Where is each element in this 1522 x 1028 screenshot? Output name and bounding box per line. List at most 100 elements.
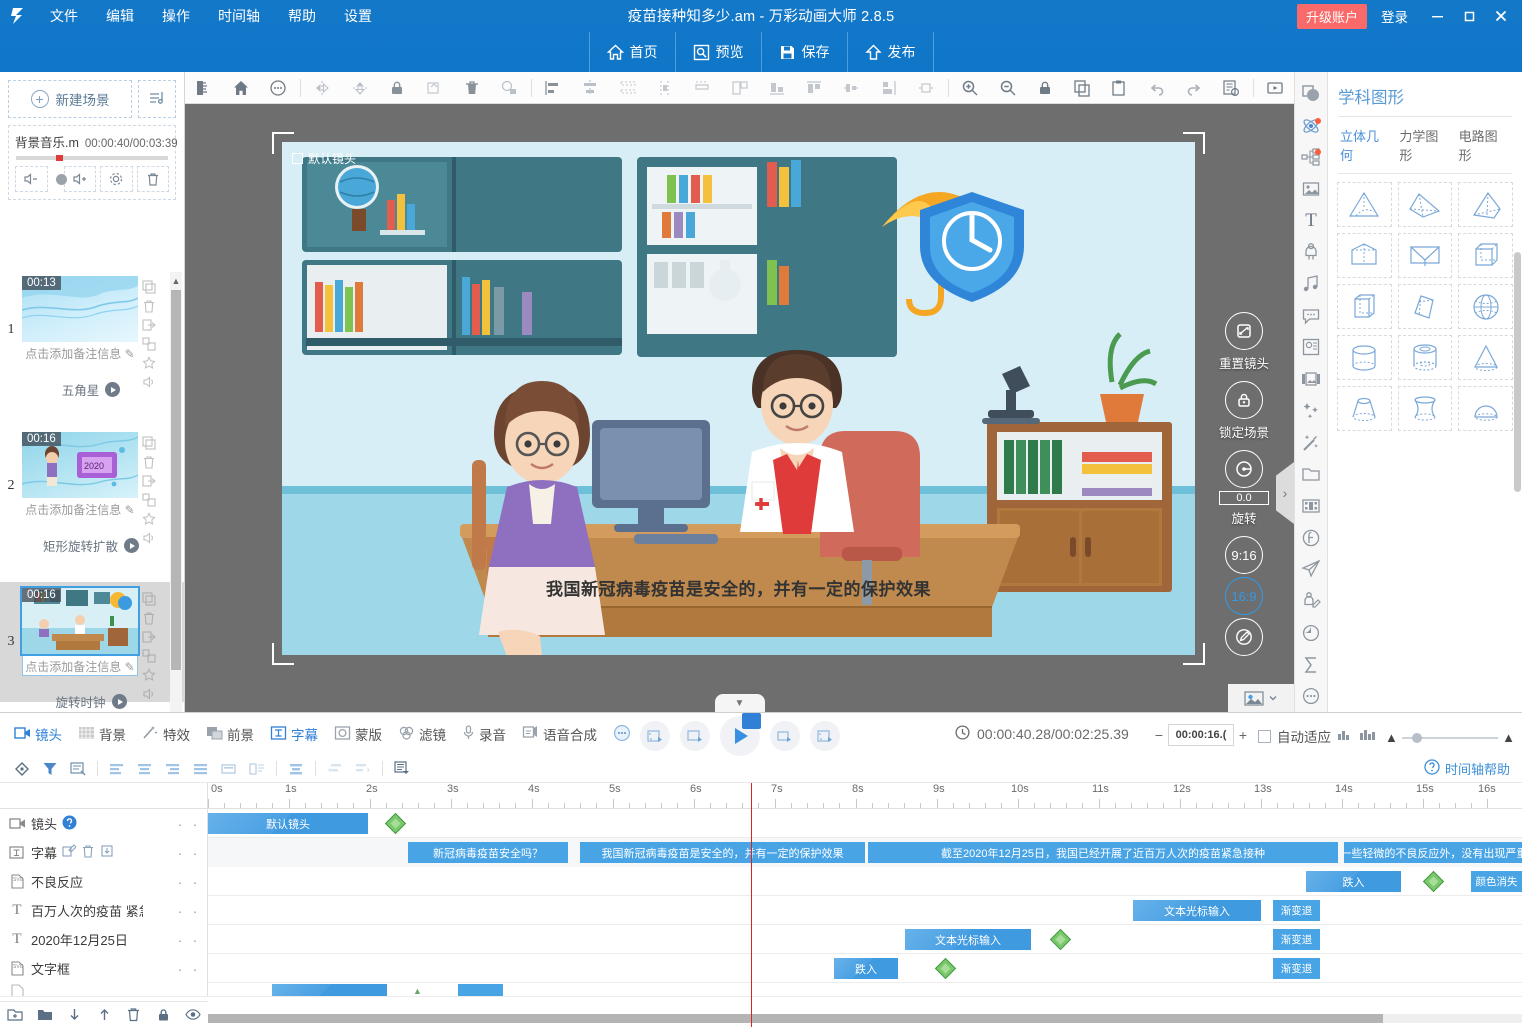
paste-icon[interactable] xyxy=(1101,72,1138,104)
film-icon[interactable] xyxy=(1294,490,1328,522)
library-tab-solid-geometry[interactable]: 立体几何 xyxy=(1336,126,1395,164)
shape-cone-icon[interactable] xyxy=(1458,335,1513,380)
login-button[interactable]: 登录 xyxy=(1369,6,1420,26)
move-up-icon[interactable] xyxy=(89,1002,119,1028)
bgm-progress-track[interactable] xyxy=(16,156,168,160)
align-justify-icon[interactable] xyxy=(187,757,215,781)
timeline-tab-filter[interactable]: 滤镜 xyxy=(390,717,454,751)
shape-hollow-cylinder-icon[interactable] xyxy=(1398,335,1453,380)
timeline-tab-tts[interactable]: 语音合成 xyxy=(514,717,605,751)
align-left-icon[interactable] xyxy=(535,72,572,104)
magic-icon[interactable] xyxy=(1294,427,1328,459)
timeline-tab-more[interactable] xyxy=(605,717,639,751)
folder-icon[interactable] xyxy=(1294,458,1328,490)
align-top-icon[interactable] xyxy=(795,72,832,104)
scene-list-scrollbar[interactable]: ▲ ▼ xyxy=(170,272,182,748)
clip-box-icon[interactable] xyxy=(215,757,243,781)
pie-icon[interactable] xyxy=(1294,617,1328,649)
zoom-out-icon[interactable] xyxy=(989,72,1026,104)
delete-scene-icon[interactable] xyxy=(142,299,157,314)
copy-scene-icon[interactable] xyxy=(142,280,157,295)
timeline-clip[interactable] xyxy=(272,984,387,997)
next-scene-button[interactable] xyxy=(810,721,840,751)
bgm-delete-button[interactable] xyxy=(137,166,170,192)
save-button[interactable]: 保存 xyxy=(761,32,847,72)
timeline-help-link[interactable]: 时间轴帮助 xyxy=(1424,759,1510,778)
keyframe-add-icon[interactable] xyxy=(8,757,36,781)
group-icon[interactable] xyxy=(30,1002,60,1028)
list-icon[interactable] xyxy=(243,757,271,781)
sigma-icon[interactable] xyxy=(1294,649,1328,681)
eye-icon[interactable] xyxy=(178,1002,208,1028)
export-scene-icon[interactable] xyxy=(142,630,157,645)
track-dot-1[interactable]: · xyxy=(174,965,186,973)
timeline-clip[interactable]: 我国新冠病毒疫苗是安全的，并有一定的保护效果 xyxy=(580,842,865,863)
play-transition-icon[interactable] xyxy=(105,382,120,397)
resize-handle-bottom-right[interactable] xyxy=(1183,643,1205,665)
sticker-icon[interactable] xyxy=(1294,332,1328,364)
table-row[interactable]: 字幕 · · 新冠病毒疫苗安全吗？ 我国新冠病毒疫苗是安全的，并有一定的保护效果… xyxy=(0,838,1522,867)
playhead[interactable] xyxy=(751,783,752,1027)
scene-item-3[interactable]: 3 xyxy=(0,582,185,702)
ruler-icon[interactable] xyxy=(185,72,222,104)
science-icon[interactable] xyxy=(1294,110,1328,142)
timeline-ruler[interactable]: 0s 1s 2s 3s 4s 5s 6s 7s 8s 9s 10s 11s 12… xyxy=(208,783,1522,809)
lock-canvas-icon[interactable] xyxy=(1026,72,1063,104)
scene-note[interactable]: 点击添加备注信息 ✎ xyxy=(22,342,138,362)
track-head-text-date[interactable]: T 2020年12月25日 · · xyxy=(0,925,208,954)
scene-item-2[interactable]: 2 2020 xyxy=(0,426,185,546)
canvas-area[interactable]: 我国新冠病毒疫苗是安全的，并有一定的保护效果 默认镜头 重置镜头 锁定场景 xyxy=(185,104,1294,712)
timeline-clip[interactable]: 文本光标输入 xyxy=(905,929,1031,950)
export-scene-icon[interactable] xyxy=(142,318,157,333)
timeline-tab-effect[interactable]: 特效 xyxy=(134,717,198,751)
edit-note-icon[interactable]: ✎ xyxy=(125,347,135,361)
bgm-settings-button[interactable] xyxy=(100,166,133,192)
track-dot-2[interactable]: · xyxy=(189,965,201,973)
duration-minus-button[interactable]: − xyxy=(1150,724,1168,746)
subtitle-edit-icon[interactable] xyxy=(62,844,76,861)
shape-frustum-cone-icon[interactable] xyxy=(1337,386,1392,431)
timeline-clip[interactable]: 颜色消失 xyxy=(1471,871,1522,892)
shape-hemisphere-icon[interactable] xyxy=(1458,386,1513,431)
delete-scene-icon[interactable] xyxy=(142,455,157,470)
edit-note-icon[interactable]: ✎ xyxy=(125,660,135,674)
scene-list[interactable]: 1 00:13 点击添加备注信息 ✎ xyxy=(0,270,185,752)
timeline-clip[interactable]: 默认镜头 xyxy=(208,813,368,834)
preview-scene-icon[interactable] xyxy=(1257,72,1294,104)
timeline-clip[interactable]: 渐变退 xyxy=(1273,900,1320,921)
upgrade-account-button[interactable]: 升级账户 xyxy=(1297,4,1367,29)
timeline-horizontal-scrollbar[interactable] xyxy=(208,1014,1522,1023)
apply-all-icon[interactable] xyxy=(388,757,416,781)
scrollbar-thumb[interactable] xyxy=(208,1014,1383,1023)
shapes-icon[interactable] xyxy=(1294,78,1328,110)
scene-item-1[interactable]: 1 00:13 点击添加备注信息 ✎ xyxy=(0,270,185,390)
menu-timeline[interactable]: 时间轴 xyxy=(204,0,274,32)
timeline-tab-subtitle[interactable]: 字幕 xyxy=(262,717,326,751)
lock-position-icon[interactable] xyxy=(490,72,527,104)
track-head-adverse-reaction[interactable]: SVG 不良反应 · · xyxy=(0,867,208,896)
flip-horizontal-icon[interactable] xyxy=(304,72,341,104)
shift-left-icon[interactable] xyxy=(321,757,349,781)
shape-hyperboloid-icon[interactable] xyxy=(1398,386,1453,431)
shape-prism-open-icon[interactable] xyxy=(1337,233,1392,278)
shape-sphere-grid-icon[interactable] xyxy=(1458,284,1513,329)
stage[interactable]: 我国新冠病毒疫苗是安全的，并有一定的保护效果 默认镜头 xyxy=(282,142,1195,655)
home-button[interactable]: 首页 xyxy=(589,32,675,72)
track-lane-camera[interactable]: 默认镜头 xyxy=(208,809,1522,838)
character-icon[interactable] xyxy=(1294,237,1328,269)
role-icon[interactable] xyxy=(1294,585,1328,617)
scene-transition[interactable]: 矩形旋转扩散 xyxy=(22,531,160,558)
history-icon[interactable] xyxy=(1213,72,1250,104)
autofit-control[interactable]: 自动适应 xyxy=(1258,726,1377,746)
table-row[interactable]: SVG 文字框 · · 跌入 渐变退 xyxy=(0,954,1522,983)
order-icon[interactable] xyxy=(721,72,758,104)
library-tab-circuit[interactable]: 电路图形 xyxy=(1455,126,1514,164)
timeline-clip[interactable]: 新冠病毒疫苗安全吗？ xyxy=(408,842,568,863)
more-icon[interactable] xyxy=(1294,680,1328,712)
keyframe-marker[interactable] xyxy=(1050,929,1071,950)
rotate-button[interactable] xyxy=(1225,450,1263,488)
favorite-scene-icon[interactable] xyxy=(142,512,157,527)
menu-settings[interactable]: 设置 xyxy=(330,0,386,32)
track-settings-icon[interactable] xyxy=(64,757,92,781)
preview-button[interactable]: 预览 xyxy=(675,32,761,72)
